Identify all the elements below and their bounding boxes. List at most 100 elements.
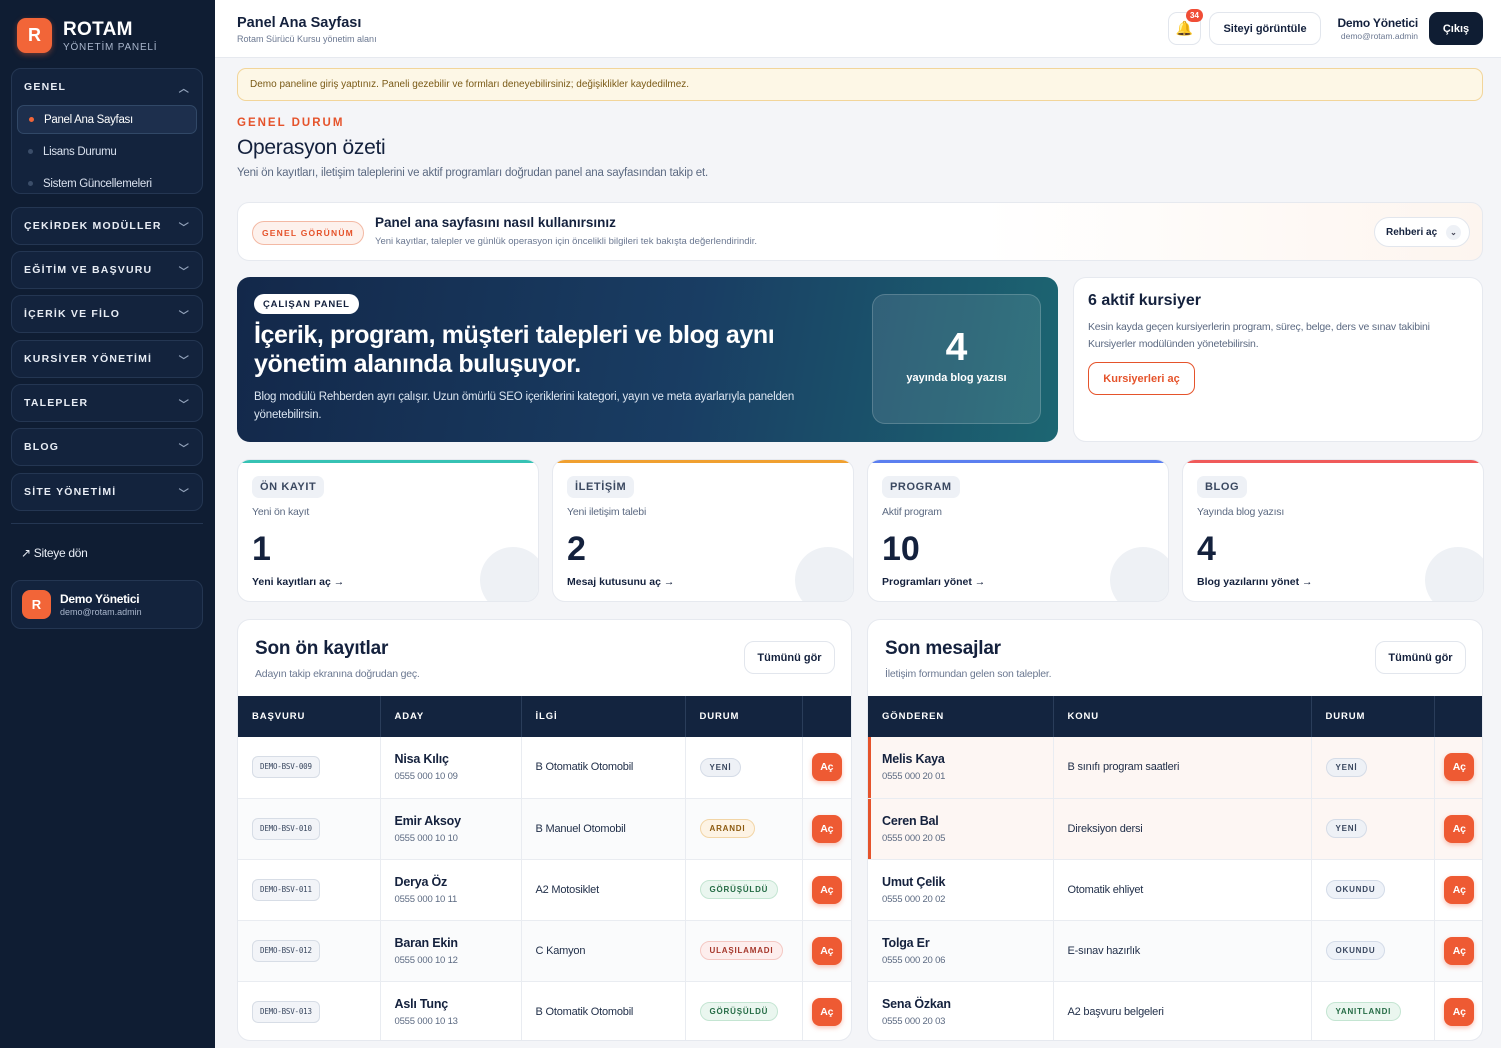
cell-subject: B sınıfı program saatleri bbox=[1053, 737, 1312, 799]
back-to-site-link[interactable]: ↗ Siteye dön bbox=[21, 546, 88, 560]
column-header: KONU bbox=[1053, 696, 1312, 737]
chevron-down-icon: ﹀ bbox=[178, 222, 190, 234]
topbar: Panel Ana Sayfası Rotam Sürücü Kursu yön… bbox=[215, 0, 1501, 58]
logout-button[interactable]: Çıkış bbox=[1429, 12, 1483, 45]
guide-pill: GENEL GÖRÜNÜM bbox=[252, 221, 364, 245]
stat-value: 1 bbox=[252, 530, 271, 568]
guide-subtitle: Yeni kayıtlar, talepler ve günlük operas… bbox=[375, 236, 757, 247]
open-button[interactable]: Aç bbox=[811, 814, 842, 843]
open-button[interactable]: Aç bbox=[1444, 753, 1475, 782]
cell-action: Aç bbox=[1434, 737, 1482, 799]
view-all-registrations-button[interactable]: Tümünü gör bbox=[744, 641, 835, 674]
nav-group-label: İÇERİK VE FİLO bbox=[24, 308, 121, 320]
open-button[interactable]: Aç bbox=[1444, 875, 1475, 904]
table-row[interactable]: Melis Kaya 0555 000 20 01 B sınıfı program… bbox=[868, 737, 1482, 799]
stat-link[interactable]: Blog yazılarını yönet → bbox=[1197, 576, 1313, 588]
sidebar-item-panel-ana-sayfasi[interactable]: Panel Ana Sayfası bbox=[17, 105, 197, 134]
open-guide-button[interactable]: Rehberi aç ⌄ bbox=[1374, 217, 1470, 247]
topbar-user-email: demo@rotam.admin bbox=[1340, 31, 1418, 41]
table-row[interactable]: DEMO-BSV-011 Derya Öz 0555 000 10 11 A2 Mot… bbox=[238, 859, 851, 921]
hero-title: İçerik, program, müşteri talepleri ve bl… bbox=[254, 321, 775, 378]
panel-title: Son mesajlar bbox=[885, 638, 1001, 659]
table-row[interactable]: DEMO-BSV-010 Emir Aksoy 0555 000 10 10 B Ma… bbox=[238, 798, 851, 860]
stat-accent-bar bbox=[238, 460, 538, 463]
cell-status: YENİ bbox=[685, 737, 803, 799]
chevron-down-icon: ﹀ bbox=[178, 443, 190, 455]
nav-group-site-yonetimi[interactable]: SİTE YÖNETİMİ ﹀ bbox=[11, 473, 203, 511]
cell-code: DEMO-BSV-011 bbox=[238, 859, 381, 921]
table-row[interactable]: DEMO-BSV-009 Nisa Kılıç 0555 000 10 09 B Ot… bbox=[238, 737, 851, 799]
table-row[interactable]: Umut Çelik 0555 000 20 02 Otomatik ehliyet… bbox=[868, 859, 1482, 921]
open-button[interactable]: Aç bbox=[1444, 936, 1475, 965]
candidate-name: Baran Ekin bbox=[394, 935, 459, 950]
view-all-messages-button[interactable]: Tümünü gör bbox=[1375, 641, 1466, 674]
open-button[interactable]: Aç bbox=[1444, 814, 1475, 843]
column-header: DURUM bbox=[685, 696, 803, 737]
stat-label: Yeni iletişim talebi bbox=[567, 506, 647, 518]
brand-name: ROTAM bbox=[63, 18, 133, 40]
nav-group-label: GENEL bbox=[24, 81, 67, 93]
table-row[interactable]: Sena Özkan 0555 000 20 03 A2 başvuru belge… bbox=[868, 981, 1482, 1040]
topbar-user[interactable]: Demo Yönetici demo@rotam.admin bbox=[1333, 16, 1418, 41]
table-row[interactable]: Ceren Bal 0555 000 20 05 Direksiyon dersi Y… bbox=[868, 798, 1482, 860]
chevron-down-icon: ﹀ bbox=[178, 488, 190, 500]
cell-status: ULAŞILAMADI bbox=[685, 920, 803, 982]
open-button[interactable]: Aç bbox=[811, 753, 842, 782]
cell-action: Aç bbox=[802, 798, 851, 860]
status-badge: GÖRÜŞÜLDÜ bbox=[699, 1002, 779, 1021]
sidebar-item-lisans-durumu[interactable]: Lisans Durumu bbox=[17, 137, 197, 166]
demo-notice: Demo paneline giriş yaptınız. Paneli gez… bbox=[237, 68, 1483, 101]
stat-tag: ÖN KAYIT bbox=[252, 476, 325, 498]
cell-code: DEMO-BSV-010 bbox=[238, 798, 381, 860]
stat-link[interactable]: Yeni kayıtları aç → bbox=[252, 576, 344, 588]
sidebar-user-card[interactable]: R Demo Yönetici demo@rotam.admin bbox=[11, 580, 203, 629]
candidate-phone: 0555 000 10 12 bbox=[394, 954, 458, 966]
page-subtitle: Rotam Sürücü Kursu yönetim alanı bbox=[237, 34, 377, 44]
cell-sender: Umut Çelik 0555 000 20 02 bbox=[868, 859, 1054, 921]
table-row[interactable]: DEMO-BSV-012 Baran Ekin 0555 000 10 12 C Ka… bbox=[238, 920, 851, 982]
status-badge: GÖRÜŞÜLDÜ bbox=[699, 880, 779, 899]
hero-banner: ÇALIŞAN PANEL İçerik, program, müşteri t… bbox=[237, 277, 1058, 442]
sender-name: Ceren Bal bbox=[882, 813, 939, 828]
open-button[interactable]: Aç bbox=[811, 936, 842, 965]
brand[interactable]: R ROTAM YÖNETİM PANELİ bbox=[17, 18, 157, 53]
sidebar-item-sistem-guncellemeleri[interactable]: Sistem Güncellemeleri bbox=[17, 169, 197, 198]
candidate-phone: 0555 000 10 11 bbox=[394, 893, 458, 905]
cell-interest: B Otomatik Otomobil bbox=[521, 981, 686, 1040]
nav-group-cekirdek-moduller[interactable]: ÇEKİRDEK MODÜLLER ﹀ bbox=[11, 207, 203, 245]
chevron-down-icon: ﹀ bbox=[178, 310, 190, 322]
table-row[interactable]: DEMO-BSV-013 Aslı Tunç 0555 000 10 13 B Oto… bbox=[238, 981, 851, 1040]
hero-stat-label: yayında blog yazısı bbox=[906, 372, 1007, 384]
stat-card-blog: BLOG Yayında blog yazısı 4 Blog yazıları… bbox=[1182, 459, 1484, 602]
status-badge: YANITLANDI bbox=[1325, 1002, 1402, 1021]
chevron-up-icon: ︿ bbox=[178, 83, 190, 95]
nav-group-label: BLOG bbox=[24, 441, 60, 453]
nav-group-blog[interactable]: BLOG ﹀ bbox=[11, 428, 203, 466]
sender-name: Tolga Er bbox=[882, 935, 930, 950]
stat-label: Aktif program bbox=[882, 506, 942, 518]
cell-action: Aç bbox=[802, 737, 851, 799]
open-button[interactable]: Aç bbox=[1444, 997, 1475, 1026]
nav-group-kursiyer-yonetimi[interactable]: KURSİYER YÖNETİMİ ﹀ bbox=[11, 340, 203, 378]
nav-group-egitim-ve-basvuru[interactable]: EĞİTİM VE BAŞVURU ﹀ bbox=[11, 251, 203, 289]
nav-group-icerik-ve-filo[interactable]: İÇERİK VE FİLO ﹀ bbox=[11, 295, 203, 333]
cell-candidate: Derya Öz 0555 000 10 11 bbox=[380, 859, 522, 921]
brand-subtitle: YÖNETİM PANELİ bbox=[63, 41, 158, 53]
cell-subject: Direksiyon dersi bbox=[1053, 798, 1312, 860]
view-site-button[interactable]: Siteyi görüntüle bbox=[1209, 12, 1321, 45]
cell-action: Aç bbox=[802, 981, 851, 1040]
open-students-button[interactable]: Kursiyerleri aç bbox=[1088, 362, 1195, 395]
nav-group-talepler[interactable]: TALEPLER ﹀ bbox=[11, 384, 203, 422]
stat-link[interactable]: Mesaj kutusunu aç → bbox=[567, 576, 674, 588]
status-badge: YENİ bbox=[699, 757, 742, 777]
open-button[interactable]: Aç bbox=[811, 875, 842, 904]
table-row[interactable]: Tolga Er 0555 000 20 06 E-sınav hazırlık OK… bbox=[868, 920, 1482, 982]
stat-link[interactable]: Programları yönet → bbox=[882, 576, 985, 588]
cell-candidate: Baran Ekin 0555 000 10 12 bbox=[380, 920, 522, 982]
open-button[interactable]: Aç bbox=[811, 997, 842, 1026]
chevron-down-icon: ﹀ bbox=[178, 399, 190, 411]
sender-phone: 0555 000 20 02 bbox=[882, 893, 946, 905]
page-title: Panel Ana Sayfası bbox=[237, 15, 362, 31]
nav-group-genel-header[interactable]: GENEL ︿ bbox=[12, 69, 202, 105]
hero-text: Blog modülü Rehberden ayrı çalışır. Uzun… bbox=[254, 391, 795, 421]
